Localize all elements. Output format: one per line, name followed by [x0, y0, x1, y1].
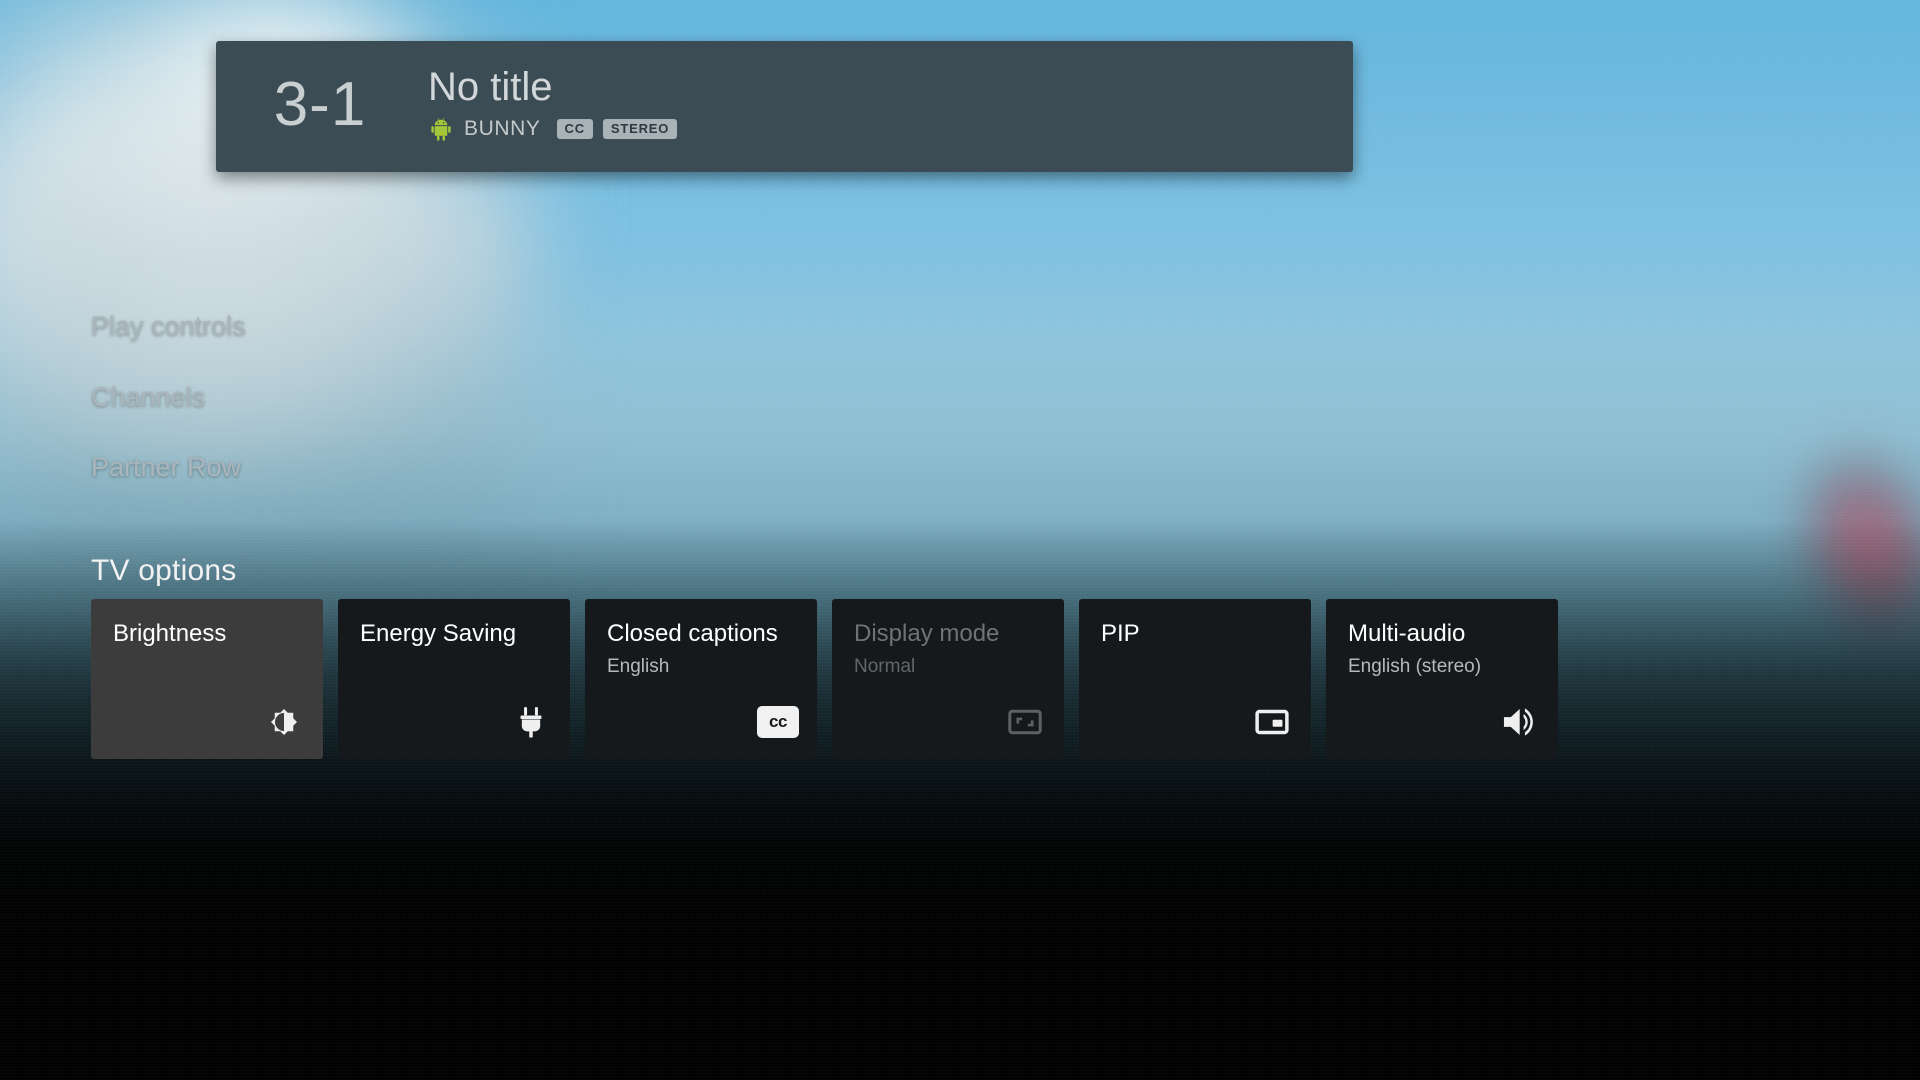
android-robot-icon [428, 116, 454, 142]
tile-value: English (stereo) [1348, 656, 1482, 678]
tv-options-heading: TV options [91, 554, 237, 587]
tile-label: Multi-audio [1348, 620, 1466, 647]
tv-option-display-mode: Display mode Normal [832, 599, 1064, 759]
channel-number: 3-1 [273, 69, 367, 139]
volume-up-icon [1496, 699, 1542, 745]
tile-value: Normal [854, 656, 916, 678]
status-badge-stereo: STEREO [602, 118, 678, 139]
cc-chip-glyph: cc [757, 706, 799, 738]
tile-label: Brightness [113, 620, 227, 647]
program-info: No title BUNNY CC STEREO [424, 41, 1353, 172]
tv-option-multi-audio[interactable]: Multi-audio English (stereo) [1326, 599, 1558, 759]
tile-value: English [607, 656, 670, 678]
tile-label: PIP [1101, 620, 1140, 647]
program-subinfo: BUNNY CC STEREO [428, 116, 1353, 142]
tile-label: Energy Saving [360, 620, 517, 647]
tv-option-brightness[interactable]: Brightness [91, 599, 323, 759]
picture-in-picture-icon [1249, 699, 1295, 745]
aspect-ratio-icon [1002, 699, 1048, 745]
row-list: Play controls Channels Partner Row [91, 311, 246, 483]
tv-option-closed-captions[interactable]: Closed captions English cc [585, 599, 817, 759]
row-item-play-controls[interactable]: Play controls [91, 311, 246, 342]
row-item-channels[interactable]: Channels [91, 382, 246, 413]
program-title: No title [428, 64, 553, 109]
power-plug-icon [508, 699, 554, 745]
row-item-partner-row[interactable]: Partner Row [91, 453, 246, 483]
closed-caption-icon: cc [755, 699, 801, 745]
status-badge-cc: CC [556, 118, 593, 139]
tv-option-energy-saving[interactable]: Energy Saving [338, 599, 570, 759]
tile-label: Closed captions [607, 620, 778, 647]
tv-option-pip[interactable]: PIP [1079, 599, 1311, 759]
tile-label: Display mode [854, 620, 1000, 647]
provider-name: BUNNY [464, 116, 541, 140]
tv-options-row: Brightness Energy Saving Closed captions… [91, 599, 1558, 759]
channel-banner: 3-1 No title BUNNY CC STEREO [216, 41, 1353, 172]
brightness-icon [261, 699, 307, 745]
